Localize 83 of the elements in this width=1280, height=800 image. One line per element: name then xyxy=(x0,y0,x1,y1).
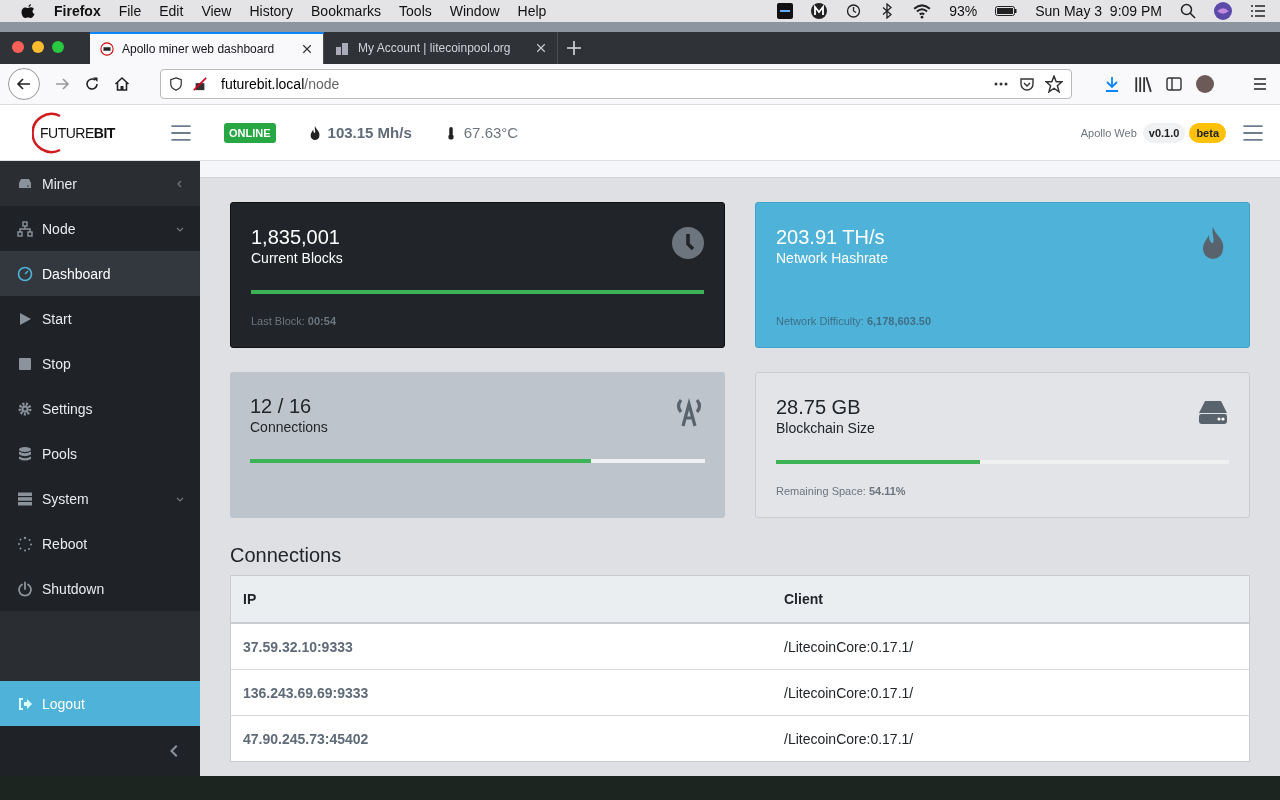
search-icon xyxy=(1180,3,1196,19)
section-title: Connections xyxy=(230,544,343,567)
address-bar[interactable]: futurebit.local/node xyxy=(160,69,1072,99)
star-icon xyxy=(1045,75,1063,93)
pocket-icon xyxy=(1019,76,1035,92)
menu-item[interactable]: File xyxy=(118,3,142,19)
home-icon xyxy=(114,76,130,92)
zoom-window-button[interactable] xyxy=(52,41,64,53)
minimize-window-button[interactable] xyxy=(32,41,44,53)
avatar-icon xyxy=(1196,75,1214,93)
back-button[interactable] xyxy=(8,68,40,100)
back-arrow-icon xyxy=(16,76,32,92)
sign-out-icon xyxy=(17,695,33,712)
chevron-left-icon xyxy=(176,179,184,188)
table-cell: /LitecoinCore:0.17.1/ xyxy=(772,669,1250,716)
stat-label: Connections xyxy=(250,418,328,436)
clock-icon xyxy=(672,227,704,259)
menu-item[interactable]: View xyxy=(201,3,232,19)
column-header: IP xyxy=(230,575,772,623)
table-cell: 136.243.69.69:9333 xyxy=(230,669,772,716)
library-icon xyxy=(1134,75,1152,93)
close-icon xyxy=(535,42,547,54)
sidebar-item[interactable]: Dashboard xyxy=(0,251,200,296)
stat-label: Blockchain Size xyxy=(776,419,875,437)
coin-stack-icon xyxy=(334,40,350,56)
table-cell: /LitecoinCore:0.17.1/ xyxy=(772,623,1250,670)
spinner-icon xyxy=(17,535,33,552)
stat-footnote: Last Block: 00:54 xyxy=(251,315,337,327)
monitor-icon xyxy=(777,3,794,19)
column-header: Client xyxy=(772,575,1250,623)
clock-history-icon xyxy=(845,3,862,19)
menu-icon xyxy=(1252,76,1268,92)
server-rack-icon xyxy=(17,490,33,507)
forward-arrow-icon xyxy=(54,76,70,92)
stop-icon xyxy=(17,355,33,372)
play-icon xyxy=(17,310,33,327)
beta-badge: beta xyxy=(1189,122,1226,143)
stat-label: Current Blocks xyxy=(251,249,343,267)
stat-value: 28.75 GB xyxy=(776,395,861,419)
menu-item[interactable]: Bookmarks xyxy=(311,3,382,19)
menu-item[interactable]: Tools xyxy=(399,3,432,19)
apple-icon xyxy=(20,3,36,19)
new-tab-icon xyxy=(566,40,582,56)
database-icon xyxy=(17,445,33,462)
stat-value: 203.91 TH/s xyxy=(776,225,885,249)
app-name: Apollo Web xyxy=(1080,126,1137,139)
m-circle-icon xyxy=(811,3,828,19)
gauge-icon xyxy=(17,265,33,282)
stat-footnote: Remaining Space: 54.11% xyxy=(776,485,907,497)
power-icon xyxy=(17,580,33,597)
hashrate: 103.15 Mh/s xyxy=(327,124,412,141)
stat-footnote: Network Difficulty: 6,178,603.50 xyxy=(776,315,933,327)
menu-item[interactable]: Edit xyxy=(159,3,184,19)
stat-value: 12 / 16 xyxy=(250,394,312,418)
shield-icon xyxy=(169,77,183,91)
temperature: 67.63°C xyxy=(463,124,519,141)
futurebit-logo: FUTUREBIT xyxy=(32,111,122,154)
version-badge: v0.1.0 xyxy=(1142,122,1186,143)
stat-value: 1,835,001 xyxy=(251,225,340,249)
list-icon xyxy=(1250,3,1266,19)
reload-icon xyxy=(84,76,100,92)
browser-tab[interactable]: Apollo miner web dashboard xyxy=(90,32,324,64)
close-icon xyxy=(301,43,313,55)
menubar-clock: Sun May 3 9:09 PM xyxy=(1035,3,1162,19)
battery-percent: 93% xyxy=(949,3,978,19)
tab-logo-icon xyxy=(100,42,114,56)
network-icon xyxy=(17,220,33,237)
stat-label: Network Hashrate xyxy=(776,249,889,267)
menu-item[interactable]: Window xyxy=(449,3,500,19)
table-cell: 47.90.245.73:45402 xyxy=(230,715,772,762)
sidebar-icon xyxy=(1166,76,1182,92)
siri-icon xyxy=(1214,2,1232,20)
menu-item[interactable]: Help xyxy=(517,3,547,19)
table-cell: /LitecoinCore:0.17.1/ xyxy=(772,715,1250,762)
status-badge: ONLINE xyxy=(224,122,276,143)
app-menu[interactable]: Firefox xyxy=(54,3,101,19)
insecure-lock-icon xyxy=(193,77,207,91)
table-cell: 37.59.32.10:9333 xyxy=(230,623,772,670)
menu-item[interactable]: History xyxy=(249,3,294,19)
download-icon xyxy=(1104,76,1120,92)
wifi-icon xyxy=(913,2,932,20)
close-window-button[interactable] xyxy=(12,41,24,53)
settings-icon xyxy=(17,400,33,417)
